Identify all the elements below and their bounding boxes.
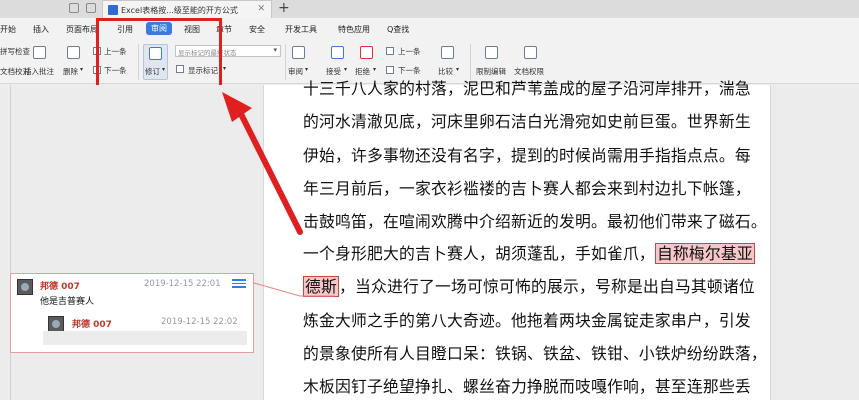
menu-features[interactable]: 特色应用 <box>338 24 370 35</box>
accept-icon[interactable] <box>331 46 344 59</box>
annotation-highlight-box <box>96 18 222 88</box>
comment-date: 2019-12-15 22:01 <box>144 279 221 289</box>
document-line: 的河水清澈见底，河床里卵石洁白光滑宛如史前巨蛋。世界新生 <box>303 112 751 131</box>
reject-icon[interactable] <box>360 46 373 59</box>
comment-author: 邦德 007 <box>40 282 80 292</box>
document-line: 伊始，许多事物还没有名字，提到的时候尚需用手指指点点。每 <box>303 146 751 165</box>
insert-comment-icon[interactable] <box>33 46 46 59</box>
menu-page-layout[interactable]: 页面布局 <box>66 24 98 35</box>
reply-avatar <box>48 316 64 332</box>
close-tab-icon[interactable]: ✕ <box>257 4 265 14</box>
document-line: 年三月前后，一家衣衫褴褛的吉卜赛人都会来到村边扎下帐篷， <box>303 179 751 198</box>
document-line: 炼金大师之手的第八大奇迹。他拖着两块金属锭走家串户，引发 <box>303 311 751 330</box>
reply-author: 邦德 007 <box>72 320 112 330</box>
review-dropdown-icon[interactable]: ▾ <box>305 66 308 73</box>
menu-developer[interactable]: 开发工具 <box>285 24 317 35</box>
reject-dropdown-icon[interactable]: ▾ <box>373 66 376 73</box>
chevron-down-icon: ▾ <box>273 46 277 54</box>
next-change-icon <box>386 66 394 74</box>
document-line-with-highlight: 德斯 ，当众进行了一场可惊可怖的展示，号称是出自马其顿诸位 <box>303 274 755 297</box>
ribbon-divider <box>470 44 471 80</box>
right-margin <box>772 85 859 400</box>
document-line: 木板因钉子绝望挣扎、螺丝奋力挣脱而吱嘎作响，甚至连那些丢 <box>303 377 751 396</box>
commented-text-highlight[interactable]: 自称梅尔基亚 <box>654 243 755 264</box>
ribbon-divider <box>285 44 286 80</box>
document-line: 击鼓鸣笛，在喧闹欢腾中介绍新近的发明。最初他们带来了磁石。 <box>303 212 767 231</box>
document-tab[interactable]: Excel表格按...级至能的开方公式 ✕ <box>102 0 272 18</box>
menu-insert[interactable]: 插入 <box>33 24 49 35</box>
next-change-button[interactable]: 下一条 <box>398 65 421 76</box>
reply-date: 2019-12-15 22:02 <box>161 317 238 327</box>
comment-menu-icon[interactable] <box>232 279 246 289</box>
review-button[interactable]: 审阅 <box>288 66 303 77</box>
spell-check-label[interactable]: 拼写检查 <box>0 46 30 57</box>
delete-dropdown-icon[interactable]: ▾ <box>80 66 83 73</box>
delete-comment-icon[interactable] <box>67 46 80 59</box>
commented-text-highlight[interactable]: 德斯 <box>303 276 339 297</box>
document-tab-title: Excel表格按...级至能的开方公式 <box>121 6 238 15</box>
prev-change-button[interactable]: 上一条 <box>398 46 421 57</box>
menu-search[interactable]: Q查找 <box>387 24 409 35</box>
insert-comment-button[interactable]: 插入批注 <box>24 66 54 77</box>
delete-button[interactable]: 删除 <box>63 66 78 77</box>
document-line-text: ，当众进行了一场可惊可怖的展示，号称是出自马其顿诸位 <box>339 277 755 296</box>
duplicate-icon[interactable] <box>86 3 96 13</box>
document-line: 的景象使所有人目瞪口呆：铁锅、铁盆、铁钳、小铁炉纷纷跌落， <box>303 344 767 363</box>
avatar <box>17 279 33 295</box>
title-bar: Excel表格按...级至能的开方公式 ✕ + <box>0 0 859 18</box>
review-pane-icon[interactable] <box>292 46 305 59</box>
new-tab-button[interactable]: + <box>278 0 290 16</box>
menu-security[interactable]: 安全 <box>249 24 265 35</box>
restrict-edit-icon[interactable] <box>485 46 498 59</box>
menu-home[interactable]: 开始 <box>0 24 16 35</box>
compare-dropdown-icon[interactable]: ▾ <box>456 66 459 73</box>
reply-input[interactable] <box>43 331 247 345</box>
comment-text[interactable]: 他是吉普赛人 <box>40 294 94 307</box>
window-icon[interactable] <box>69 3 79 13</box>
accept-dropdown-icon[interactable]: ▾ <box>344 66 347 73</box>
document-line-text: 一个身形肥大的吉卜赛人，胡须蓬乱，手如雀爪， <box>303 244 655 263</box>
document-permission-icon[interactable] <box>524 46 537 59</box>
document-line-with-highlight: 一个身形肥大的吉卜赛人，胡须蓬乱，手如雀爪， 自称梅尔基亚 <box>303 241 755 264</box>
compare-icon[interactable] <box>441 46 454 59</box>
document-icon <box>108 5 118 15</box>
prev-change-icon <box>386 47 394 55</box>
show-markup-dropdown-icon[interactable]: ▾ <box>223 65 226 72</box>
document-line: 十三千八人家的村落，泥巴和芦苇盖成的屋子沿河岸排开，湍急 <box>303 79 751 98</box>
